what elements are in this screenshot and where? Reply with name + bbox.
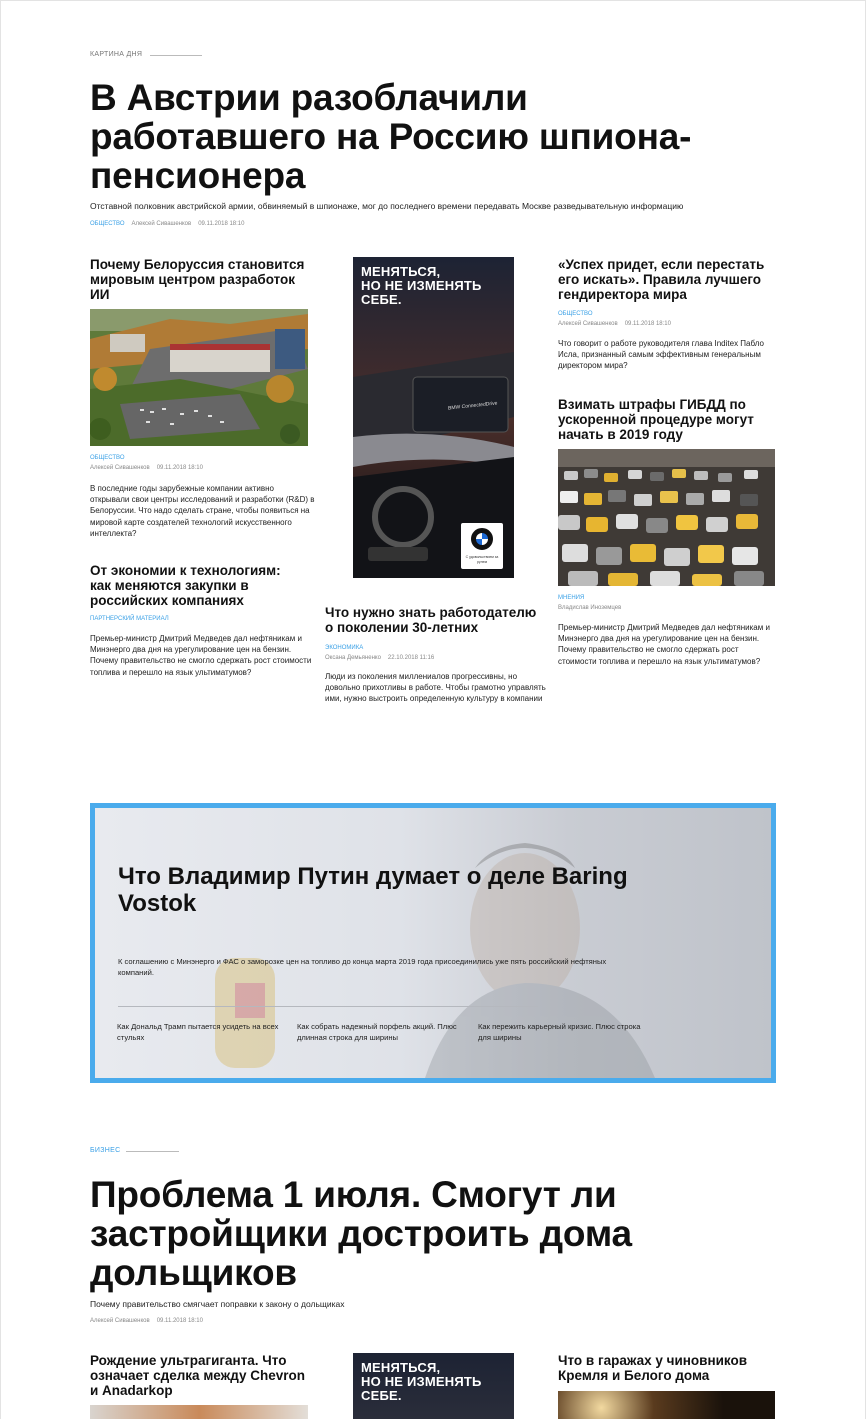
belarus-photo-illustration bbox=[90, 309, 308, 446]
card-title-procurement[interactable]: От экономии к технологиям: как меняются … bbox=[90, 563, 300, 608]
procurement-text: Премьер-министр Дмитрий Медведев дал неф… bbox=[90, 634, 312, 677]
success-meta: Алексей Сивашенков 09.11.2018 18:10 bbox=[558, 321, 671, 327]
business-headline[interactable]: Проблема 1 июля. Смогут ли застройщики д… bbox=[90, 1175, 710, 1292]
business-label-text[interactable]: БИЗНЕС bbox=[90, 1147, 120, 1154]
generation-date: 22.10.2018 11:16 bbox=[387, 655, 435, 661]
main-meta: ОБЩЕСТВО Алексей Сивашенков 09.11.2018 18:… bbox=[90, 221, 244, 227]
belarus-text: В последние годы зарубежные компании акт… bbox=[90, 484, 315, 538]
chevron-photo[interactable] bbox=[90, 1405, 308, 1419]
belarus-rubric[interactable]: ОБЩЕСТВО bbox=[90, 455, 125, 461]
success-rubric[interactable]: ОБЩЕСТВО bbox=[558, 311, 593, 317]
bmw-badge[interactable]: С удовольствием за рулем bbox=[461, 523, 503, 569]
ad-headline[interactable]: МЕНЯТЬСЯ, НО НЕ ИЗМЕНЯТЬ СЕБЕ. bbox=[361, 265, 482, 307]
banner-link-portfolio[interactable]: Как собрать надежный порфель акций. Плюс… bbox=[297, 1021, 467, 1043]
generation-rubric[interactable]: ЭКОНОМИКА bbox=[325, 645, 363, 651]
card-title-garages[interactable]: Что в гаражах у чиновников Кремля и Бело… bbox=[558, 1353, 773, 1383]
business-section-label[interactable]: БИЗНЕС bbox=[90, 1147, 179, 1154]
business-lead: Почему правительство смягчает поправки к… bbox=[90, 1299, 345, 1309]
business-meta: Алексей Сивашенков 09.11.2018 18:10 bbox=[90, 1318, 203, 1324]
bmw-badge-text: С удовольствием за рулем bbox=[465, 555, 499, 564]
banner-lead: К соглашению с Минэнерго и ФАС о замороз… bbox=[118, 957, 607, 977]
success-author[interactable]: Алексей Сивашенков bbox=[558, 321, 618, 327]
traffic-photo-illustration bbox=[558, 449, 775, 586]
bmw-ad-bottom[interactable]: МЕНЯТЬСЯ, НО НЕ ИЗМЕНЯТЬ СЕБЕ. bbox=[353, 1353, 514, 1419]
feature-banner[interactable]: Что Владимир Путин думает о деле Baring … bbox=[90, 803, 776, 1083]
bmw-logo-icon bbox=[471, 528, 493, 550]
card-title-fines[interactable]: Взимать штрафы ГИБДД по ускоренной проце… bbox=[558, 397, 773, 442]
bmw-ad[interactable]: МЕНЯТЬСЯ, НО НЕ ИЗМЕНЯТЬ СЕБЕ. BMW Conne… bbox=[353, 257, 514, 578]
main-headline[interactable]: В Австрии разоблачили работавшего на Рос… bbox=[90, 78, 770, 195]
card-title-belarus[interactable]: Почему Белоруссия становится мировым цен… bbox=[90, 257, 315, 302]
card-title-generation[interactable]: Что нужно знать работодателю о поколении… bbox=[325, 605, 545, 635]
banner-divider bbox=[118, 1006, 538, 1007]
generation-text: Люди из поколения миллениалов прогрессив… bbox=[325, 672, 546, 704]
section-label-text[interactable]: КАРТИНА ДНЯ bbox=[90, 51, 142, 58]
business-date: 09.11.2018 18:10 bbox=[156, 1318, 203, 1324]
belarus-aerial-photo[interactable] bbox=[90, 309, 308, 446]
ad-bottom-headline[interactable]: МЕНЯТЬСЯ, НО НЕ ИЗМЕНЯТЬ СЕБЕ. bbox=[361, 1361, 482, 1403]
business-label-line bbox=[126, 1151, 179, 1152]
section-label-line bbox=[150, 55, 202, 56]
belarus-meta: Алексей Сивашенков 09.11.2018 18:10 bbox=[90, 465, 203, 471]
main-lead: Отставной полковник австрийской армии, о… bbox=[90, 201, 684, 211]
success-text: Что говорит о работе руководителя глава … bbox=[558, 339, 764, 371]
generation-author[interactable]: Оксана Демьяненко bbox=[325, 655, 381, 661]
traffic-photo[interactable] bbox=[558, 449, 775, 586]
card-title-chevron[interactable]: Рождение ультрагиганта. Что означает сде… bbox=[90, 1353, 315, 1398]
banner-title[interactable]: Что Владимир Путин думает о деле Baring … bbox=[118, 863, 678, 917]
procurement-rubric[interactable]: ПАРТНЕРСКИЙ МАТЕРИАЛ bbox=[90, 616, 169, 622]
garages-photo[interactable] bbox=[558, 1391, 775, 1419]
belarus-date: 09.11.2018 18:10 bbox=[156, 465, 203, 471]
banner-link-trump[interactable]: Как Дональд Трамп пытается усидеть на вс… bbox=[117, 1021, 287, 1043]
main-rubric[interactable]: ОБЩЕСТВО bbox=[90, 221, 125, 227]
card-title-success[interactable]: «Успех придет, если перестать его искать… bbox=[558, 257, 773, 302]
section-label[interactable]: КАРТИНА ДНЯ bbox=[90, 51, 202, 58]
banner-link-career[interactable]: Как пережить карьерный кризис. Плюс стро… bbox=[478, 1021, 648, 1043]
fines-rubric[interactable]: МНЕНИЯ bbox=[558, 595, 584, 601]
fines-text: Премьер-министр Дмитрий Медведев дал неф… bbox=[558, 623, 770, 666]
success-date: 09.11.2018 18:10 bbox=[624, 321, 671, 327]
generation-meta: Оксана Демьяненко 22.10.2018 11:16 bbox=[325, 655, 434, 661]
business-author[interactable]: Алексей Сивашенков bbox=[90, 1318, 150, 1324]
main-date: 09.11.2018 18:10 bbox=[198, 221, 245, 227]
fines-author[interactable]: Владислав Иноземцев bbox=[558, 605, 621, 611]
belarus-author[interactable]: Алексей Сивашенков bbox=[90, 465, 150, 471]
main-author[interactable]: Алексей Сивашенков bbox=[132, 221, 192, 227]
